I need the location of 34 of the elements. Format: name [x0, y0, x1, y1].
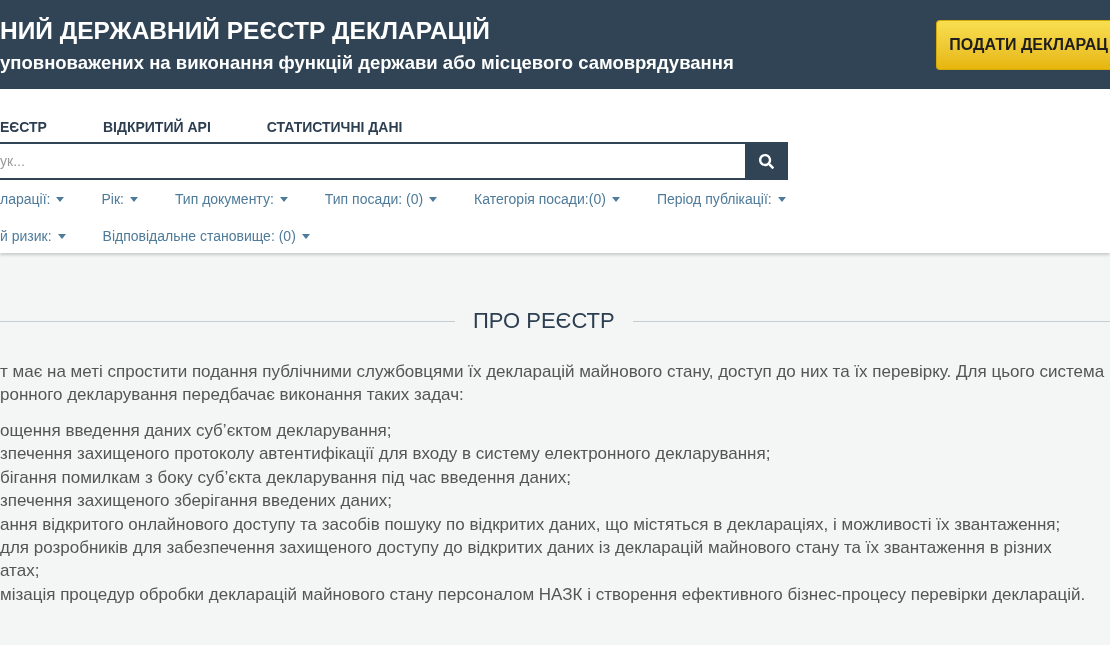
nav-link[interactable]: СТАТИСТИЧНІ ДАНІ: [266, 118, 403, 136]
task-item: зпечення захищеного протоколу автентифікації для входу в систему електронного декларування;: [0, 443, 772, 466]
filter-dropdown[interactable]: Тип документу:: [174, 189, 288, 209]
caret-icon: [129, 196, 138, 202]
task-item: для розробників для забезпечення захищеного доступу до відкритих даних із декларацій майнового стану та їх звантаження в різних атах;: [0, 537, 1053, 583]
filter-dropdown[interactable]: Період публікації:: [656, 189, 786, 209]
caret-icon: [57, 233, 66, 239]
filter-dropdown[interactable]: й ризик:: [0, 226, 66, 246]
site-subtitle: уповноважених на виконання функцій держави або місцевого самоврядування: [0, 52, 734, 74]
caret-icon: [611, 196, 620, 202]
filter-dropdown[interactable]: Відповідальне становище: (0): [102, 226, 310, 246]
task-item: ощення введення даних суб’єктом декларування;: [0, 420, 393, 442]
caret-icon: [279, 196, 288, 202]
search-button[interactable]: [745, 142, 788, 180]
filter-dropdown[interactable]: ларації:: [0, 189, 65, 209]
nav-link[interactable]: ЕЄСТР: [0, 118, 47, 136]
filter-dropdown[interactable]: Тип посади: (0): [324, 189, 438, 209]
filter-dropdown[interactable]: Рік:: [101, 189, 138, 209]
caret-icon: [429, 196, 438, 202]
search-field[interactable]: ук...: [0, 142, 745, 180]
caret-icon: [301, 233, 310, 239]
task-item: ання відкритого онлайнового доступу та засобів пошуку по відкритих даних, що містяться в деклараціях, і можливості їх звантаження;: [0, 513, 1062, 536]
section-heading: ПРО РЕЄСТР: [472, 307, 616, 335]
task-item: бігання помилкам з боку суб’єкта декларування під час введення даних;: [0, 466, 573, 489]
submit-declaration-button[interactable]: ПОДАТИ ДЕКЛАРАЦ: [936, 19, 1110, 70]
filter-dropdown[interactable]: Категорія посади:(0): [474, 189, 620, 209]
caret-icon: [777, 196, 786, 202]
site-title: НИЙ ДЕРЖАВНИЙ РЕЄСТР ДЕКЛАРАЦІЙ: [0, 16, 490, 45]
task-item: мізація процедур обробки декларацій майнового стану персоналом НАЗК і створення ефективного бізнес-процесу перевірки декларацій.: [0, 583, 1087, 606]
nav-link[interactable]: ВІДКРИТИЙ API: [102, 118, 211, 136]
task-item: зпечення захищеного зберігання введених даних;: [0, 490, 393, 513]
search-icon: [759, 153, 774, 169]
caret-icon: [56, 196, 65, 202]
intro-paragraph: т має на меті спростити подання публічними службовцями їх декларацій майнового стану, доступ до них та їх перевірку. Для цього система ронного декларування передбачає виконання таких задач:: [0, 361, 1106, 406]
